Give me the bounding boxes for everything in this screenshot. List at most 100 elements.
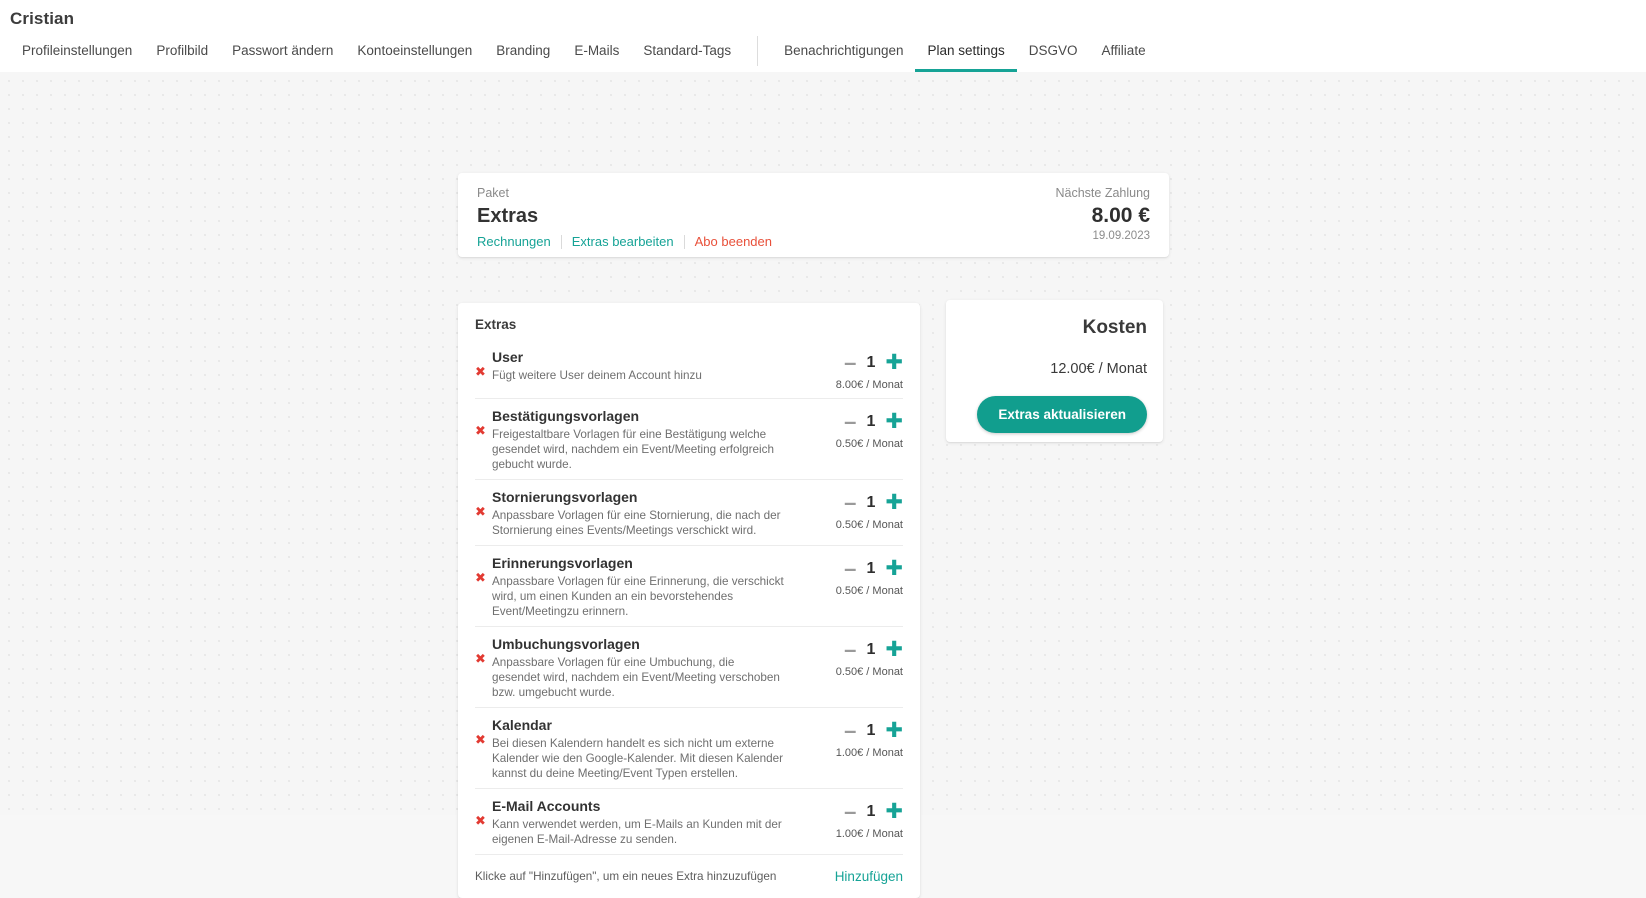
extra-row: ✖ Kalendar Bei diesen Kalendern handelt es… [475, 708, 903, 789]
cancel-subscription-link[interactable]: Abo beenden [695, 234, 772, 249]
extra-text: Erinnerungsvorlagen Anpassbare Vorlagen f… [492, 554, 807, 619]
extra-text: Kalendar Bei diesen Kalendern handelt es … [492, 716, 807, 781]
quantity-value: 1 [866, 803, 876, 820]
increment-icon[interactable]: ✚ [885, 720, 903, 741]
increment-icon[interactable]: ✚ [885, 801, 903, 822]
remove-extra-icon[interactable]: ✖ [475, 488, 492, 519]
edit-extras-link[interactable]: Extras bearbeiten [572, 234, 674, 249]
plan-summary-right: Nächste Zahlung 8.00 € 19.09.2023 [1055, 186, 1150, 257]
top-header-bar: Cristian Profileinstellungen Profilbild Pa… [0, 0, 1646, 72]
tab-benachrichtigungen[interactable]: Benachrichtigungen [772, 34, 915, 72]
page-canvas: Paket Extras Rechnungen Extras bearbeite… [0, 72, 1646, 898]
tab-kontoeinstellungen[interactable]: Kontoeinstellungen [345, 34, 484, 72]
quantity-value: 1 [866, 641, 876, 658]
extra-name: Umbuchungsvorlagen [492, 636, 640, 652]
decrement-icon[interactable]: – [844, 492, 856, 514]
increment-icon[interactable]: ✚ [885, 558, 903, 579]
decrement-icon[interactable]: – [844, 801, 856, 823]
remove-extra-icon[interactable]: ✖ [475, 797, 492, 828]
package-name: Extras [477, 205, 539, 227]
plan-summary-card: Paket Extras Rechnungen Extras bearbeite… [458, 173, 1169, 257]
plan-summary-left: Paket Extras Rechnungen Extras bearbeite… [477, 186, 772, 257]
quantity-value: 1 [866, 560, 876, 577]
extra-description: Kann verwendet werden, um E-Mails an Kun… [492, 818, 782, 846]
increment-icon[interactable]: ✚ [885, 411, 903, 432]
extra-text: Stornierungsvorlagen Anpassbare Vorlagen … [492, 488, 807, 538]
extra-price: 1.00€ / Monat [835, 828, 903, 840]
quantity-stepper: –1 ✚ [807, 558, 903, 580]
decrement-icon[interactable]: – [844, 352, 856, 374]
extra-price: 0.50€ / Monat [835, 438, 903, 450]
extras-footer-hint: Klicke auf "Hinzufügen", um ein neues Ex… [475, 870, 777, 883]
extras-heading: Extras [475, 317, 517, 332]
settings-tab-bar: Profileinstellungen Profilbild Passwort än… [0, 34, 1646, 72]
increment-icon[interactable]: ✚ [885, 492, 903, 513]
remove-extra-icon[interactable]: ✖ [475, 554, 492, 585]
extra-row: ✖ E-Mail Accounts Kann verwendet werden, u… [475, 789, 903, 855]
costs-card: Kosten 12.00€ / Monat Extras aktualisier… [946, 300, 1163, 442]
quantity-stepper: –1 ✚ [807, 411, 903, 433]
remove-extra-icon[interactable]: ✖ [475, 635, 492, 666]
extra-price: 0.50€ / Monat [835, 585, 903, 597]
extra-text: Umbuchungsvorlagen Anpassbare Vorlagen fü… [492, 635, 807, 700]
tab-affiliate[interactable]: Affiliate [1090, 34, 1158, 72]
extra-name: Bestätigungsvorlagen [492, 408, 640, 424]
package-label: Paket [477, 186, 509, 200]
extra-description: Bei diesen Kalendern handelt es sich nic… [492, 737, 784, 780]
tab-e-mails[interactable]: E-Mails [562, 34, 631, 72]
extra-name: Erinnerungsvorlagen [492, 555, 633, 571]
decrement-icon[interactable]: – [844, 639, 856, 661]
extra-description: Anpassbare Vorlagen für eine Umbuchung, … [492, 656, 780, 699]
extra-controls: –1 ✚ 1.00€ / Monat [807, 716, 903, 760]
extra-name: Kalendar [492, 717, 552, 733]
invoices-link[interactable]: Rechnungen [477, 234, 551, 249]
costs-amount: 12.00€ / Monat [1050, 361, 1147, 377]
quantity-value: 1 [866, 722, 876, 739]
tab-branding[interactable]: Branding [484, 34, 562, 72]
tab-profileinstellungen[interactable]: Profileinstellungen [10, 34, 144, 72]
extra-controls: –1 ✚ 1.00€ / Monat [807, 797, 903, 841]
extra-name: E-Mail Accounts [492, 798, 601, 814]
extra-row: ✖ Bestätigungsvorlagen Freigestaltbare Vor… [475, 399, 903, 480]
update-extras-button[interactable]: Extras aktualisieren [977, 396, 1147, 433]
extra-name: User [492, 349, 524, 365]
decrement-icon[interactable]: – [844, 558, 856, 580]
extra-description: Fügt weitere User deinem Account hinzu [492, 369, 702, 382]
quantity-stepper: –1 ✚ [807, 720, 903, 742]
extra-controls: –1 ✚ 0.50€ / Monat [807, 488, 903, 532]
extra-price: 8.00€ / Monat [835, 379, 903, 391]
extras-list-card: Extras ✖ User Fügt weitere User deinem Acc… [458, 303, 920, 898]
action-divider [683, 234, 685, 249]
extra-description: Freigestaltbare Vorlagen für eine Bestät… [492, 428, 774, 471]
decrement-icon[interactable]: – [844, 720, 856, 742]
extra-price: 0.50€ / Monat [835, 666, 903, 678]
tab-dsgvo[interactable]: DSGVO [1017, 34, 1090, 72]
quantity-stepper: –1 ✚ [807, 801, 903, 823]
extra-description: Anpassbare Vorlagen für eine Stornierung… [492, 509, 781, 537]
remove-extra-icon[interactable]: ✖ [475, 348, 492, 379]
increment-icon[interactable]: ✚ [885, 352, 903, 373]
extra-text: Bestätigungsvorlagen Freigestaltbare Vorl… [492, 407, 807, 472]
extras-footer: Klicke auf "Hinzufügen", um ein neues Ex… [475, 855, 903, 886]
increment-icon[interactable]: ✚ [885, 639, 903, 660]
tab-passwort-ändern[interactable]: Passwort ändern [220, 34, 345, 72]
remove-extra-icon[interactable]: ✖ [475, 716, 492, 747]
extra-controls: –1 ✚ 0.50€ / Monat [807, 554, 903, 598]
quantity-stepper: –1 ✚ [807, 352, 903, 374]
extra-text: User Fügt weitere User deinem Account hin… [492, 348, 807, 383]
next-payment-date: 19.09.2023 [1092, 230, 1150, 242]
quantity-value: 1 [866, 494, 876, 511]
remove-extra-icon[interactable]: ✖ [475, 407, 492, 438]
tab-plan-settings[interactable]: Plan settings [915, 34, 1017, 72]
plan-actions: Rechnungen Extras bearbeiten Abo beenden [477, 234, 772, 249]
add-extra-link[interactable]: Hinzufügen [835, 869, 903, 884]
decrement-icon[interactable]: – [844, 411, 856, 433]
costs-title: Kosten [1082, 317, 1147, 338]
extra-row: ✖ Stornierungsvorlagen Anpassbare Vorlagen… [475, 480, 903, 546]
action-divider [560, 234, 562, 249]
extra-text: E-Mail Accounts Kann verwendet werden, um… [492, 797, 807, 847]
quantity-value: 1 [866, 413, 876, 430]
tab-profilbild[interactable]: Profilbild [144, 34, 220, 72]
tab-standard-tags[interactable]: Standard-Tags [631, 34, 743, 72]
extra-controls: –1 ✚ 0.50€ / Monat [807, 635, 903, 679]
